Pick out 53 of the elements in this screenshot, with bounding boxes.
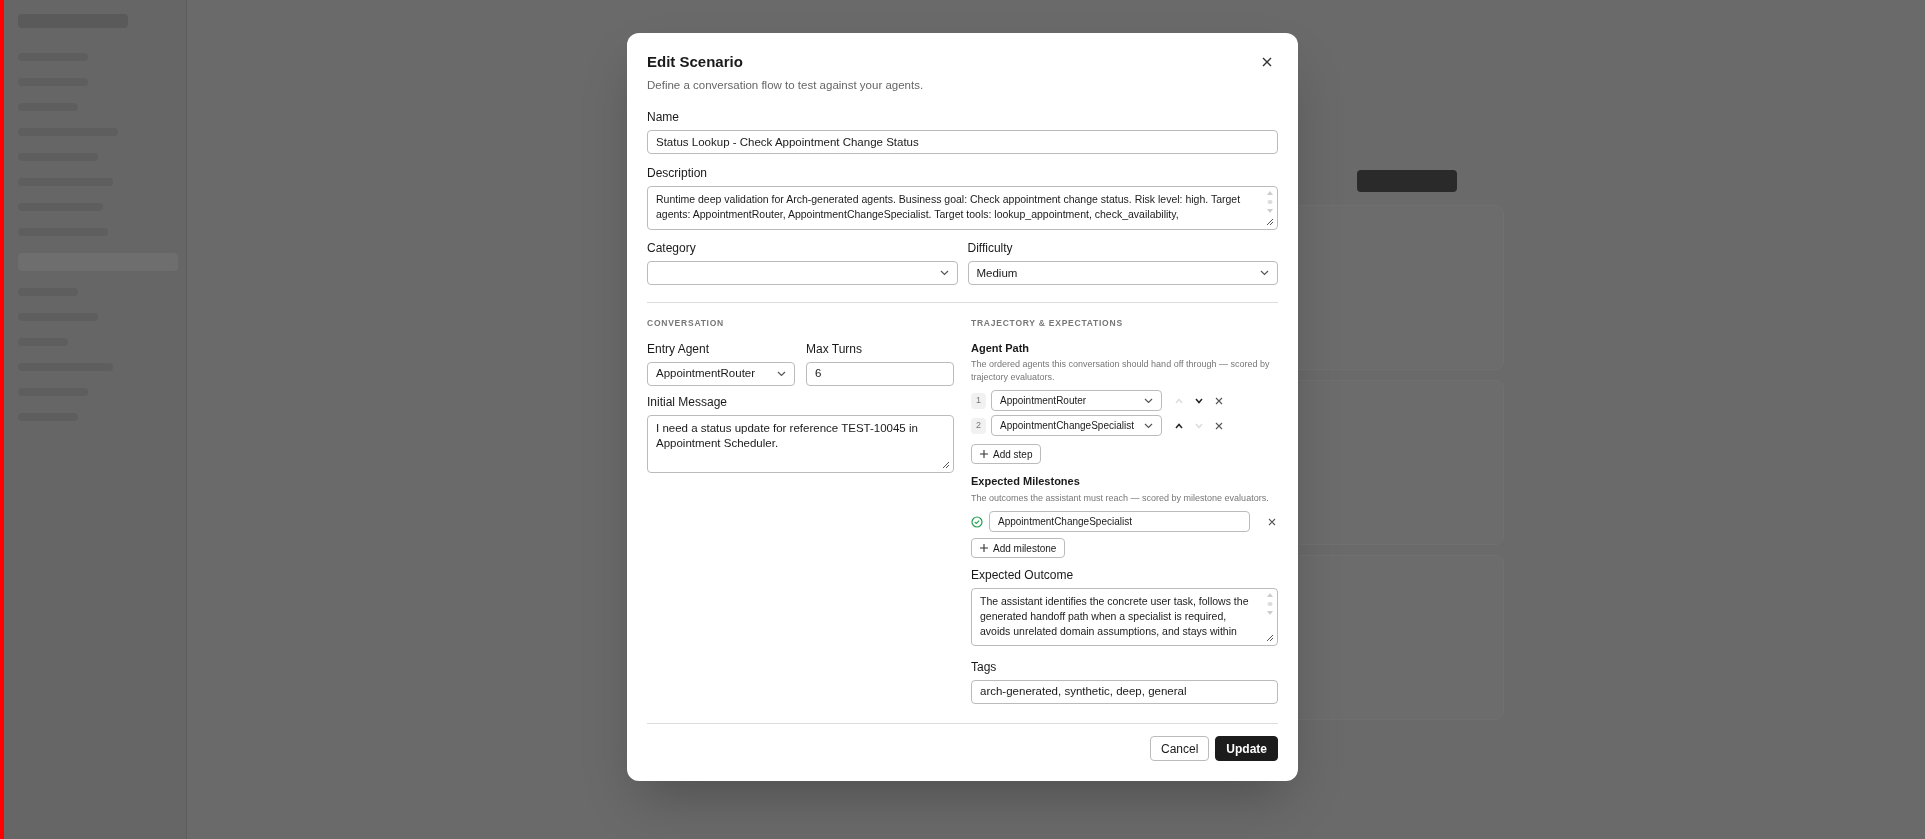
field-label: Expected Outcome (971, 568, 1075, 583)
resize-handle-icon[interactable] (1266, 634, 1274, 642)
plus-icon (980, 544, 988, 552)
resize-handle-icon[interactable] (942, 461, 950, 469)
chevron-down-icon (939, 270, 949, 277)
scrollbar-drawing[interactable] (1266, 190, 1274, 215)
description-field[interactable]: Runtime deep validation for Arch-generated agents. Business goal: Check appointment change status. Risk level: high. Target agents: AppointmentRouter, AppointmentChangeSpecialist. Target tools: lookup_appointment, check_availability, (647, 186, 1278, 231)
scrollbar-drawing[interactable] (1266, 592, 1274, 616)
plus-icon (980, 450, 988, 458)
step-number: 1 (971, 392, 986, 409)
name-field[interactable]: Status Lookup - Check Appointment Change Status (647, 130, 1278, 155)
max-turns-field[interactable]: 6 (806, 362, 954, 386)
initial-message-field[interactable]: I need a status update for reference TEST-10045 in Appointment Scheduler. (647, 415, 954, 473)
agent-select[interactable]: AppointmentRouter (991, 390, 1162, 411)
section-heading: CONVERSATION (647, 317, 726, 330)
remove-icon[interactable] (1215, 396, 1223, 405)
helper-text: The outcomes the assistant must reach — scored by milestone evaluators. (971, 492, 1270, 505)
cancel-button[interactable]: Cancel (1149, 736, 1210, 761)
dialog-subtitle: Define a conversation flow to test against your agents. (647, 78, 924, 93)
field-label: Description (647, 166, 709, 182)
entry-agent-select[interactable]: AppointmentRouter (647, 362, 795, 386)
chevron-down-icon (1260, 270, 1269, 277)
expected-outcome-field[interactable]: The assistant identifies the concrete user task, follows the generated handoff path when a specialist is required, avoids unrelated domain assumptions, and stays within (971, 588, 1278, 646)
section-heading: TRAJECTORY & EXPECTATIONS (971, 317, 1124, 330)
milestone-field[interactable]: AppointmentChangeSpecialist (989, 511, 1250, 532)
agent-select[interactable]: AppointmentChangeSpecialist (991, 415, 1162, 436)
check-circle-icon (971, 515, 983, 528)
add-step-button[interactable]: Add step (971, 444, 1042, 464)
resize-handle-icon[interactable] (1266, 218, 1274, 227)
field-label: Expected Milestones (971, 474, 1081, 488)
move-down-icon[interactable] (1195, 397, 1203, 404)
dialog-title: Edit Scenario (647, 53, 744, 71)
field-label: Agent Path (971, 341, 1031, 355)
difficulty-select[interactable]: Medium (967, 261, 1278, 286)
update-button[interactable]: Update (1215, 736, 1278, 761)
tags-field[interactable]: arch-generated, synthetic, deep, general (971, 680, 1278, 704)
move-up-icon[interactable] (1175, 422, 1183, 429)
field-label: Entry Agent (647, 342, 711, 357)
close-icon[interactable] (1262, 57, 1272, 67)
field-label: Initial Message (647, 395, 729, 410)
step-number: 2 (971, 417, 986, 434)
field-label: Difficulty (967, 241, 1014, 257)
chevron-down-icon (777, 371, 786, 377)
field-label: Name (647, 110, 680, 126)
add-milestone-button[interactable]: Add milestone (971, 538, 1066, 558)
chevron-down-icon (1144, 397, 1153, 404)
chevron-down-icon (1144, 422, 1153, 429)
remove-icon[interactable] (1268, 517, 1276, 526)
remove-icon[interactable] (1215, 421, 1223, 430)
field-label: Category (647, 241, 697, 257)
field-label: Tags (971, 660, 998, 675)
field-label: Max Turns (806, 342, 863, 357)
helper-text: The ordered agents this conversation should hand off through — scored by trajectory evaluators. (971, 358, 1271, 384)
